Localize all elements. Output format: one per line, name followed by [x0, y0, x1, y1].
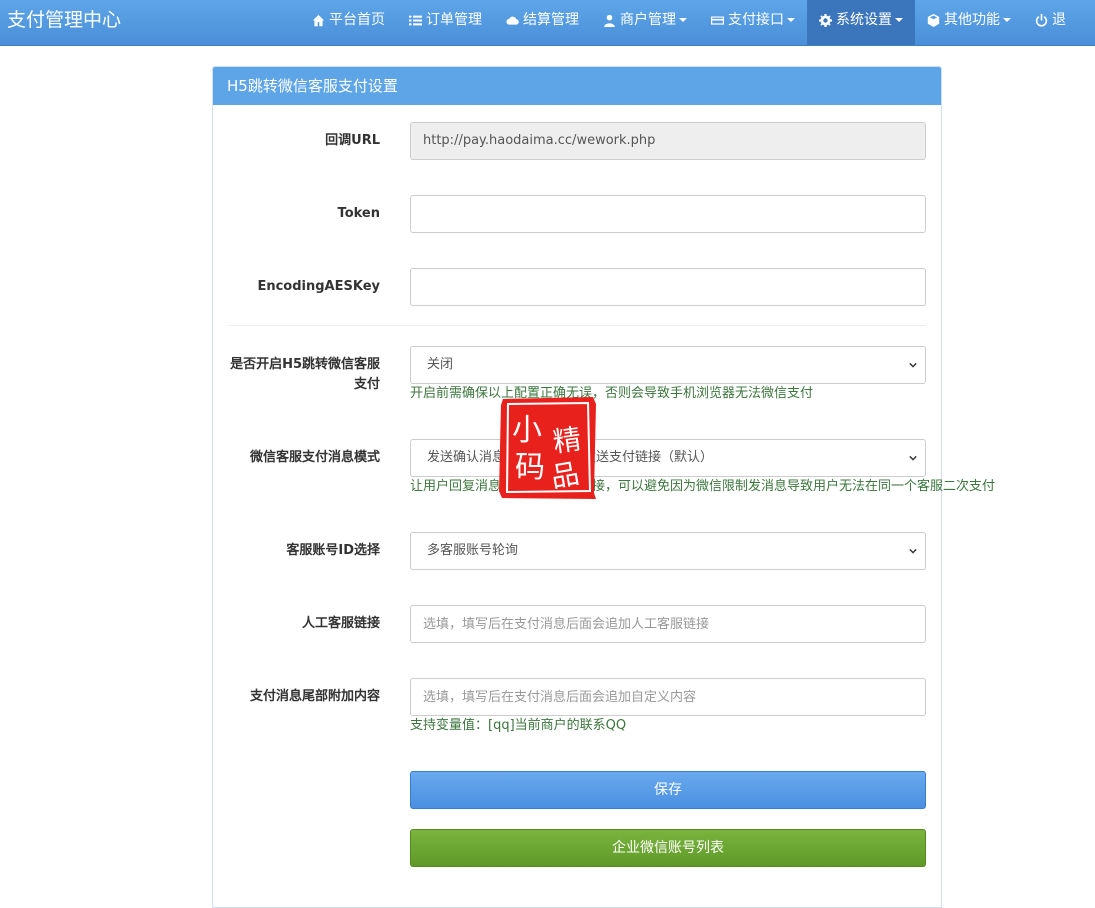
home-icon — [312, 14, 325, 26]
stamp-char-1: 小 — [512, 413, 542, 448]
nav-settlement[interactable]: 结算管理 — [494, 0, 591, 45]
gear-icon — [819, 13, 832, 27]
account-list-button[interactable]: 企业微信账号列表 — [410, 829, 926, 867]
nav-system-settings-label: 系统设置 — [836, 12, 892, 28]
nav-other-functions[interactable]: 其他功能 — [915, 0, 1023, 45]
nav-settlement-label: 结算管理 — [523, 12, 579, 28]
callback-url-label: 回调URL — [325, 133, 380, 148]
account-id-label: 客服账号ID选择 — [286, 543, 380, 558]
enable-label: 是否开启H5跳转微信客服支付 — [230, 357, 380, 392]
token-input[interactable] — [410, 195, 926, 233]
top-navbar: 支付管理中心 平台首页 订单管理 结算管理 商户管理 支付接口 系统设置 其他功… — [0, 0, 1095, 46]
stamp-watermark: 小 精 码 品 — [499, 397, 596, 499]
card-icon — [711, 15, 724, 25]
cube-icon — [927, 13, 940, 27]
manual-link-input[interactable] — [410, 605, 926, 643]
form-divider — [228, 325, 926, 326]
panel-title: H5跳转微信客服支付设置 — [213, 67, 941, 105]
aes-key-input[interactable] — [410, 268, 926, 306]
nav-payment-api-label: 支付接口 — [728, 12, 784, 28]
account-id-select[interactable]: 多客服账号轮询 — [410, 532, 926, 570]
tail-content-help-text: 支持变量值：[qq]当前商户的联系QQ — [410, 718, 627, 733]
save-button[interactable]: 保存 — [410, 771, 926, 809]
cloud-icon — [506, 16, 519, 25]
nav-orders-label: 订单管理 — [426, 12, 482, 28]
chevron-down-icon — [679, 18, 687, 22]
msg-mode-help-text: 让用户回复消息后再发送支付链接，可以避免因为微信限制发消息导致用户无法在同一个客… — [410, 479, 996, 494]
account-id-select-value: 多客服账号轮询 — [427, 543, 519, 558]
callback-url-field[interactable]: http://pay.haodaima.cc/wework.php — [410, 122, 926, 160]
user-icon — [604, 14, 615, 27]
manual-link-label: 人工客服链接 — [301, 616, 380, 631]
msg-mode-select[interactable]: 发送确认消息，用户回复后发送支付链接（默认） — [410, 439, 926, 477]
msg-mode-label: 微信客服支付消息模式 — [249, 450, 380, 465]
nav-home-label: 平台首页 — [329, 12, 385, 28]
chevron-down-icon — [909, 362, 917, 368]
enable-select-value: 关闭 — [427, 357, 454, 372]
tail-content-input[interactable] — [410, 678, 926, 716]
nav-logout-label: 退 — [1052, 12, 1066, 28]
nav-system-settings[interactable]: 系统设置 — [807, 0, 915, 45]
nav-orders[interactable]: 订单管理 — [397, 0, 494, 45]
list-icon — [409, 15, 422, 25]
nav-merchants[interactable]: 商户管理 — [591, 0, 699, 45]
enable-help-text: 开启前需确保以上配置正确无误，否则会导致手机浏览器无法微信支付 — [410, 386, 814, 401]
nav-home[interactable]: 平台首页 — [300, 0, 397, 45]
chevron-down-icon — [787, 18, 795, 22]
tail-content-label: 支付消息尾部附加内容 — [249, 689, 380, 704]
token-label: Token — [337, 206, 380, 221]
chevron-down-icon — [909, 548, 917, 554]
nav-payment-api[interactable]: 支付接口 — [699, 0, 807, 45]
nav-logout[interactable]: 退 — [1023, 0, 1078, 45]
stamp-char-3: 码 — [515, 450, 545, 485]
stamp-char-4: 品 — [548, 457, 581, 494]
nav-other-functions-label: 其他功能 — [944, 12, 1000, 28]
enable-select[interactable]: 关闭 — [410, 346, 926, 384]
aes-key-label: EncodingAESKey — [257, 279, 380, 294]
brand-title[interactable]: 支付管理中心 — [7, 0, 121, 45]
chevron-down-icon — [1003, 18, 1011, 22]
power-icon — [1035, 13, 1048, 27]
stamp-char-2: 精 — [551, 422, 583, 459]
chevron-down-icon — [909, 455, 917, 461]
main-nav: 平台首页 订单管理 结算管理 商户管理 支付接口 系统设置 其他功能 退 — [300, 0, 1078, 45]
nav-merchants-label: 商户管理 — [620, 12, 676, 28]
chevron-down-icon — [895, 18, 903, 22]
